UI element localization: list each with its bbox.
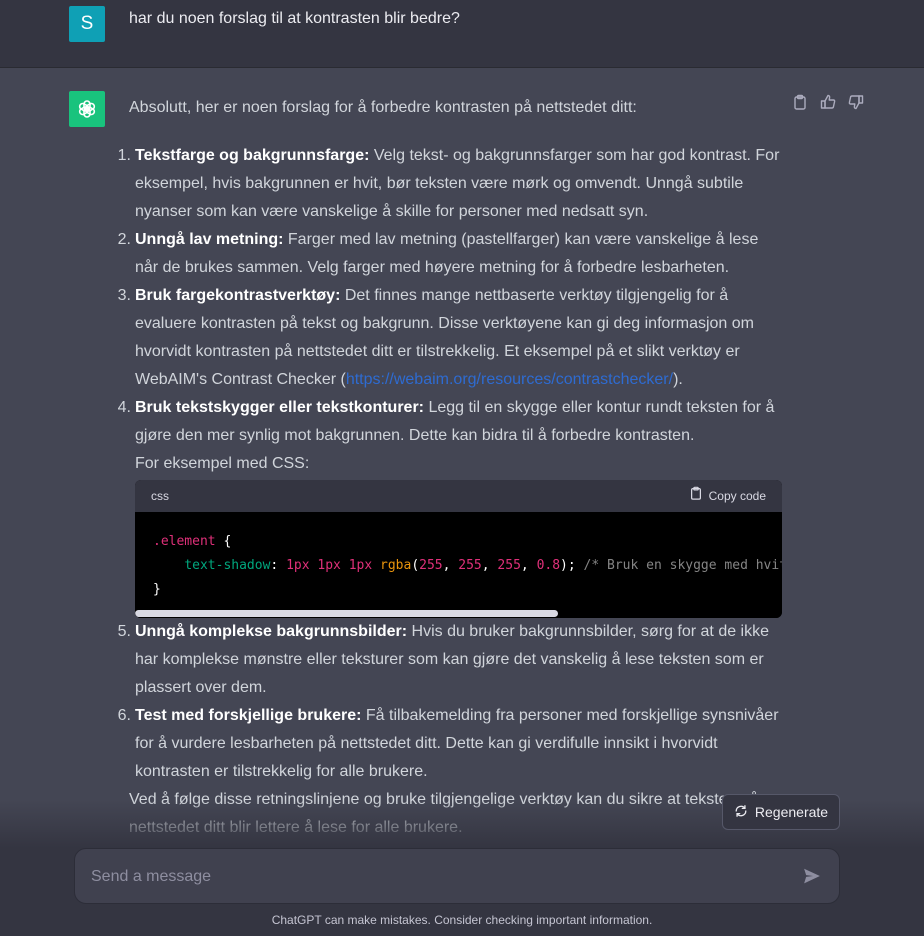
clipboard-icon[interactable]: [792, 94, 808, 110]
list-item: 3. Bruk fargekontrastverktøy: Det finnes…: [117, 287, 754, 388]
refresh-icon: [734, 804, 748, 821]
disclaimer-text: ChatGPT can make mistakes. Consider chec…: [271, 913, 653, 927]
list-item: 1. Tekstfarge og bakgrunnsfarge: Velg te…: [117, 147, 780, 220]
user-avatar: S: [69, 6, 105, 42]
scrollbar-thumb[interactable]: [135, 610, 558, 617]
message-input[interactable]: [89, 863, 773, 891]
message-composer: [74, 848, 840, 904]
chatgpt-logo-icon: [69, 91, 105, 127]
copy-code-button[interactable]: Copy code: [689, 482, 766, 510]
code-content: .element { text-shadow: 1px 1px 1px rgba…: [153, 534, 782, 597]
list-item: 5. Unngå komplekse bakgrunnsbilder: Hvis…: [117, 623, 770, 696]
clipboard-icon: [689, 482, 703, 510]
suggestion-list: 1. Tekstfarge og bakgrunnsfarge: Velg te…: [117, 142, 784, 786]
list-item: 6. Test med forskjellige brukere: Få til…: [117, 707, 779, 780]
assistant-message-content: Absolutt, her er noen forslag for å forb…: [117, 94, 784, 842]
code-header: css Copy code: [135, 480, 782, 512]
code-scrollbar[interactable]: [135, 608, 782, 618]
message-actions: [792, 94, 864, 110]
thumbs-up-icon[interactable]: [820, 94, 836, 110]
regenerate-button[interactable]: Regenerate: [722, 794, 840, 830]
thumbs-down-icon[interactable]: [848, 94, 864, 110]
assistant-intro: Absolutt, her er noen forslag for å forb…: [129, 99, 637, 116]
code-block: css Copy code .element { text-shadow: 1p…: [135, 480, 782, 618]
user-message-row: S har du noen forslag til at kontrasten …: [0, 0, 924, 68]
code-language: css: [151, 489, 169, 503]
list-item: 2. Unngå lav metning: Farger med lav met…: [117, 231, 759, 276]
send-icon[interactable]: [803, 867, 821, 885]
user-message-text: har du noen forslag til at kontrasten bl…: [129, 10, 460, 27]
contrast-checker-link[interactable]: https://webaim.org/resources/contrastche…: [346, 371, 673, 388]
list-item: 4. Bruk tekstskygger eller tekstkonturer…: [118, 394, 784, 618]
